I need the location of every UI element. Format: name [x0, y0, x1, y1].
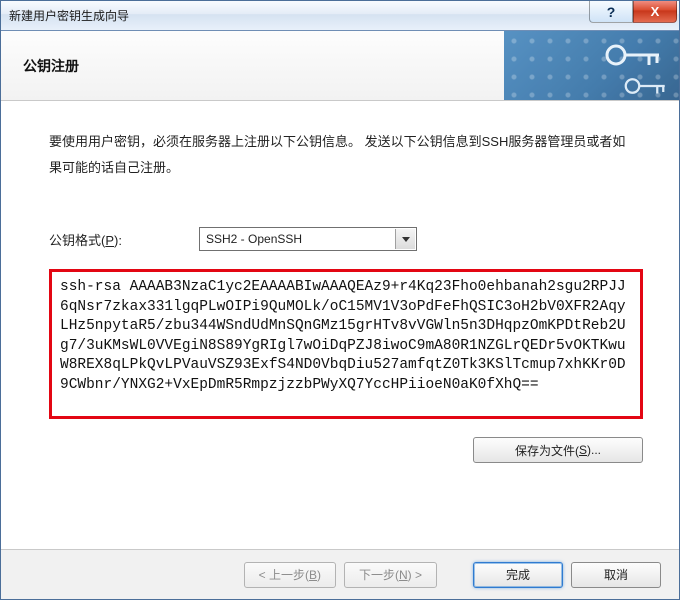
titlebar: 新建用户密钥生成向导 ? X [1, 1, 679, 31]
key-icon [620, 71, 675, 100]
banner-heading: 公钥注册 [23, 56, 79, 76]
close-button[interactable]: X [633, 1, 677, 23]
wizard-window: 新建用户密钥生成向导 ? X 公钥注册 要使用用户密钥，必须在服务器上注册以 [0, 0, 680, 600]
public-key-value: ssh-rsa AAAAB3NzaC1yc2EAAAABIwAAAQEAz9+r… [60, 279, 626, 393]
intro-text: 要使用用户密钥，必须在服务器上注册以下公钥信息。 发送以下公钥信息到SSH服务器… [49, 129, 629, 181]
content-area: 要使用用户密钥，必须在服务器上注册以下公钥信息。 发送以下公钥信息到SSH服务器… [1, 101, 679, 549]
next-button[interactable]: 下一步(N) > [344, 562, 437, 588]
public-key-textarea[interactable]: ssh-rsa AAAAB3NzaC1yc2EAAAABIwAAAQEAz9+r… [49, 269, 643, 419]
pubkey-format-value: SSH2 - OpenSSH [206, 232, 302, 246]
save-row: 保存为文件(S)... [49, 437, 643, 463]
chevron-down-icon [395, 229, 415, 249]
pubkey-format-row: 公钥格式(P): SSH2 - OpenSSH [49, 227, 643, 251]
cancel-button[interactable]: 取消 [571, 562, 661, 588]
pubkey-format-select[interactable]: SSH2 - OpenSSH [199, 227, 417, 251]
help-button[interactable]: ? [589, 1, 633, 23]
back-button[interactable]: < 上一步(B) [244, 562, 336, 588]
window-controls: ? X [589, 1, 679, 23]
pubkey-format-label: 公钥格式(P): [49, 230, 159, 249]
banner-decoration [504, 31, 679, 100]
finish-button[interactable]: 完成 [473, 562, 563, 588]
banner: 公钥注册 [1, 31, 679, 101]
save-as-file-button[interactable]: 保存为文件(S)... [473, 437, 643, 463]
footer: < 上一步(B) 下一步(N) > 完成 取消 [1, 549, 679, 599]
key-icon [601, 35, 671, 75]
window-title: 新建用户密钥生成向导 [9, 7, 129, 24]
